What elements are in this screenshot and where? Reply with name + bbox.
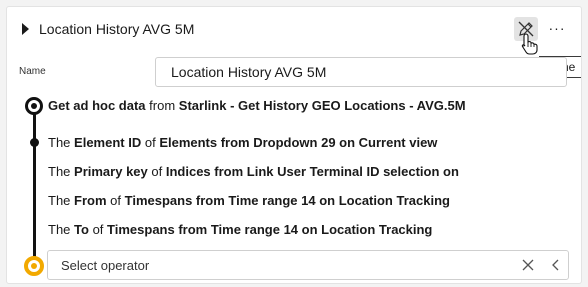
parameter-field[interactable]: Element ID <box>74 135 141 150</box>
source-row[interactable]: Get ad hoc data from Starlink - Get Hist… <box>48 98 466 114</box>
more-horizontal-icon: ··· <box>548 20 566 36</box>
parameter-of: of <box>92 222 104 237</box>
chevron-left-icon[interactable] <box>550 258 562 272</box>
parameter-row[interactable]: The To of Timespans from Time range 14 o… <box>48 222 432 238</box>
close-icon[interactable] <box>520 257 536 273</box>
source-dataset[interactable]: Starlink - Get History GEO Locations - A… <box>179 98 466 113</box>
parameter-field[interactable]: To <box>74 222 89 237</box>
hand-pointer-icon <box>521 33 538 55</box>
panel-title: Location History AVG 5M <box>39 21 195 37</box>
parameter-of: of <box>151 164 163 179</box>
parameter-lead: The <box>48 164 71 179</box>
parameter-lead: The <box>48 193 71 208</box>
caret-right-icon[interactable] <box>22 23 29 35</box>
operator-placeholder: Select operator <box>61 258 150 273</box>
more-options-button[interactable]: ··· <box>547 17 567 41</box>
timeline-start-node <box>25 97 43 115</box>
parameter-row[interactable]: The Element ID of Elements from Dropdown… <box>48 135 437 151</box>
parameter-of: of <box>144 135 156 150</box>
timeline-end-node <box>24 256 44 276</box>
parameter-source[interactable]: Indices from Link User Terminal ID selec… <box>166 164 459 179</box>
timeline-line <box>33 105 36 265</box>
parameter-lead: The <box>48 135 71 150</box>
panel-header: Location History AVG 5M ··· <box>7 7 581 51</box>
parameter-row[interactable]: The From of Timespans from Time range 14… <box>48 193 450 209</box>
query-step-panel: Location History AVG 5M ··· Done Name Ge… <box>6 6 582 284</box>
name-field[interactable] <box>155 57 567 87</box>
parameter-source[interactable]: Timespans from Time range 14 on Location… <box>125 193 450 208</box>
timeline-dot-node <box>30 138 39 147</box>
operator-select[interactable]: Select operator <box>47 250 569 280</box>
parameter-source[interactable]: Timespans from Time range 14 on Location… <box>107 222 432 237</box>
parameter-field[interactable]: From <box>74 193 107 208</box>
parameter-lead: The <box>48 222 71 237</box>
source-connector: from <box>149 98 176 113</box>
parameter-field[interactable]: Primary key <box>74 164 148 179</box>
parameter-of: of <box>110 193 121 208</box>
source-prefix: Get ad hoc data <box>48 98 146 113</box>
parameter-source[interactable]: Elements from Dropdown 29 on Current vie… <box>159 135 437 150</box>
parameter-row[interactable]: The Primary key of Indices from Link Use… <box>48 164 459 180</box>
name-label: Name <box>19 66 46 77</box>
